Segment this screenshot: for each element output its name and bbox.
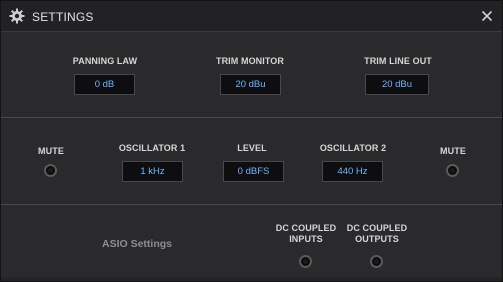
asio-section: [1, 205, 502, 281]
panning-law-label: PANNING LAW: [72, 56, 138, 66]
mute-right-label: MUTE: [440, 146, 466, 156]
title-bar: SETTINGS: [1, 1, 502, 32]
oscillator-1-label: OSCILLATOR 1: [118, 143, 186, 153]
trim-monitor-label: TRIM MONITOR: [215, 56, 285, 66]
trim-line-out-label: TRIM LINE OUT: [364, 56, 432, 66]
mute-left-label: MUTE: [38, 146, 64, 156]
close-icon[interactable]: [479, 8, 495, 24]
bottom-edge: [1, 277, 502, 281]
trim-monitor-field[interactable]: 20 dBu: [220, 74, 281, 95]
oscillator-1-field[interactable]: 1 kHz: [122, 161, 183, 182]
dc-coupled-inputs-label: DC COUPLED INPUTS: [275, 223, 337, 244]
window-title: SETTINGS: [32, 10, 94, 24]
panning-law-field[interactable]: 0 dB: [74, 74, 135, 95]
oscillator-2-label: OSCILLATOR 2: [319, 143, 387, 153]
settings-window: SETTINGS PANNING LAW 0 dB TRIM MONITOR 2…: [0, 0, 503, 282]
mute-left-toggle[interactable]: [44, 164, 57, 177]
gear-icon: [9, 8, 25, 24]
dc-coupled-inputs-toggle[interactable]: [299, 255, 312, 268]
asio-settings-link[interactable]: ASIO Settings: [102, 238, 172, 250]
dc-coupled-outputs-toggle[interactable]: [370, 255, 383, 268]
oscillator-2-field[interactable]: 440 Hz: [322, 161, 383, 182]
dc-coupled-outputs-label: DC COUPLED OUTPUTS: [346, 223, 408, 244]
mute-right-toggle[interactable]: [446, 164, 459, 177]
trim-line-out-field[interactable]: 20 dBu: [365, 74, 429, 95]
level-field[interactable]: 0 dBFS: [223, 161, 284, 182]
level-label: LEVEL: [237, 143, 267, 153]
